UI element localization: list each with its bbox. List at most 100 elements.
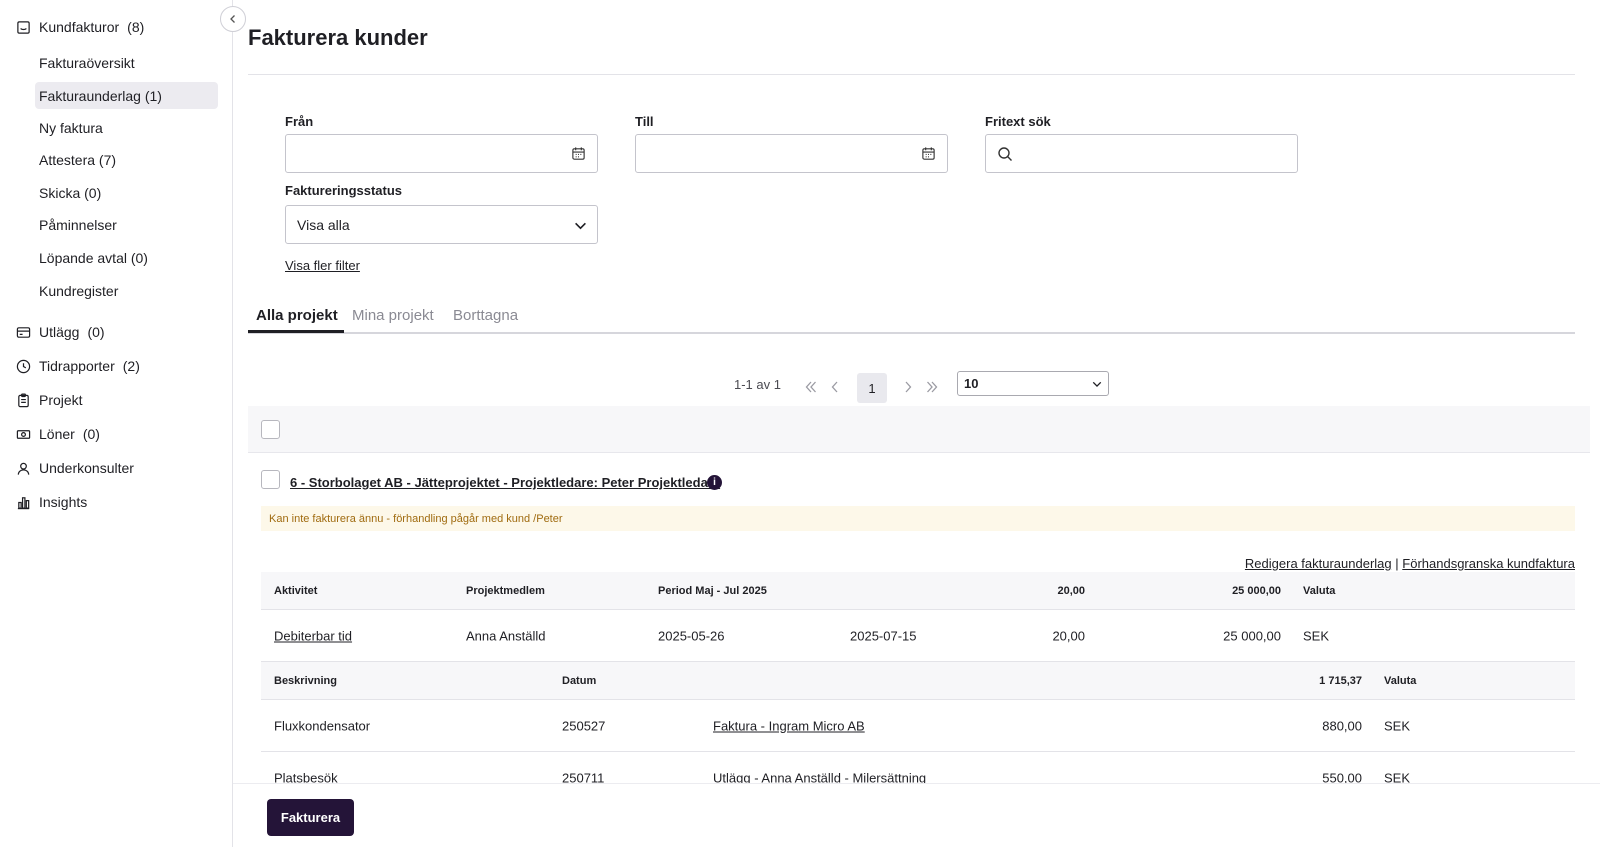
pagination-info: 1-1 av 1 xyxy=(734,377,781,392)
calendar-icon[interactable] xyxy=(571,146,586,161)
last-page-icon[interactable] xyxy=(925,380,939,394)
search-input[interactable] xyxy=(985,134,1298,173)
nav-count: (2) xyxy=(122,358,140,374)
nav-loner[interactable]: Löner (0) xyxy=(16,426,100,442)
chevron-left-icon xyxy=(230,15,235,23)
main-content: Fakturera kunder Från Till Fritext sök F… xyxy=(248,0,1600,847)
edit-invoice-basis-link[interactable]: Redigera fakturaunderlag xyxy=(1245,556,1392,571)
sidebar-item-fakturaoversikt[interactable]: Fakturaöversikt xyxy=(35,49,218,76)
source-link[interactable]: Faktura - Ingram Micro AB xyxy=(713,718,865,733)
description-cell: Fluxkondensator xyxy=(274,718,371,733)
more-filters-link[interactable]: Visa fler filter xyxy=(285,258,360,273)
current-page[interactable]: 1 xyxy=(857,373,887,403)
previous-page-icon[interactable] xyxy=(828,380,842,394)
from-date-input[interactable] xyxy=(285,134,598,173)
col-hours-total: 20,00 xyxy=(1057,584,1085,597)
project-checkbox[interactable] xyxy=(261,470,280,489)
card-icon xyxy=(16,326,31,338)
date-cell: 250527 xyxy=(562,718,606,733)
chevron-down-icon xyxy=(1092,381,1102,388)
info-icon[interactable]: i xyxy=(707,475,722,490)
col-currency: Valuta xyxy=(1303,584,1336,597)
sidebar-item-label: Fakturaunderlag (1) xyxy=(39,87,162,104)
nav-label: Tidrapporter xyxy=(39,358,115,374)
table-header xyxy=(248,406,1590,453)
col-amount-total: 25 000,00 xyxy=(1232,584,1281,597)
invoice-button[interactable]: Fakturera xyxy=(267,799,354,836)
project-title-link[interactable]: 6 - Storbolaget AB - Jätteprojektet - Pr… xyxy=(290,475,720,490)
nav-tidrapporter[interactable]: Tidrapporter (2) xyxy=(16,358,140,374)
nav-kundfakturor[interactable]: Kundfakturor (8) xyxy=(16,19,144,35)
divider xyxy=(248,74,1575,75)
page-size-value: 10 xyxy=(964,376,979,391)
nav-label: Projekt xyxy=(39,392,83,408)
project-tabs: Alla projekt Mina projekt Borttagna xyxy=(248,302,1575,334)
nav-projekt[interactable]: Projekt xyxy=(16,392,83,408)
sidebar-item-attestera[interactable]: Attestera (7) xyxy=(35,146,218,173)
sidebar-item-ny-faktura[interactable]: Ny faktura xyxy=(35,114,218,141)
link-separator: | xyxy=(1395,556,1399,571)
tab-borttagna[interactable]: Borttagna xyxy=(453,307,518,324)
tab-alla-projekt[interactable]: Alla projekt xyxy=(256,307,338,324)
nav-count: (0) xyxy=(87,324,105,340)
nav-label: Kundfakturor xyxy=(39,19,120,35)
table-row: Fluxkondensator 250527 Faktura - Ingram … xyxy=(261,700,1575,752)
col-activity: Aktivitet xyxy=(274,584,318,597)
time-table-header: Aktivitet Projektmedlem Period Maj - Jul… xyxy=(261,572,1575,610)
collapse-sidebar-button[interactable] xyxy=(220,6,246,32)
sidebar-item-label: Löpande avtal (0) xyxy=(39,249,148,266)
nav-utlagg[interactable]: Utlägg (0) xyxy=(16,324,105,340)
page-title: Fakturera kunder xyxy=(248,25,428,50)
sticky-footer: Fakturera xyxy=(233,783,1600,847)
col-period: Period Maj - Jul 2025 xyxy=(658,584,767,597)
activity-link[interactable]: Debiterbar tid xyxy=(274,628,352,643)
col-date: Datum xyxy=(562,674,597,687)
search-label: Fritext sök xyxy=(985,114,1051,129)
search-icon xyxy=(998,147,1012,161)
nav-count: (8) xyxy=(127,19,145,35)
next-page-icon[interactable] xyxy=(901,380,915,394)
col-member: Projektmedlem xyxy=(466,584,545,597)
nav-label: Underkonsulter xyxy=(39,460,134,476)
active-tab-indicator xyxy=(248,330,344,333)
expense-table-header: Beskrivning Datum 1 715,37 Valuta xyxy=(261,662,1575,700)
nav-label: Utlägg xyxy=(39,324,80,340)
status-select-value: Visa alla xyxy=(297,216,350,233)
first-page-icon[interactable] xyxy=(804,380,818,394)
invoice-icon xyxy=(17,20,30,34)
member-cell: Anna Anställd xyxy=(466,628,546,643)
col-description: Beskrivning xyxy=(274,674,337,687)
bar-chart-icon xyxy=(17,496,30,509)
sidebar-item-lopande-avtal[interactable]: Löpande avtal (0) xyxy=(35,244,218,271)
status-select[interactable]: Visa alla xyxy=(285,205,598,244)
sidebar-item-label: Skicka (0) xyxy=(39,184,102,201)
sidebar-item-skicka[interactable]: Skicka (0) xyxy=(35,179,218,206)
preview-invoice-link[interactable]: Förhandsgranska kundfaktura xyxy=(1402,556,1575,571)
to-date-input[interactable] xyxy=(635,134,948,173)
nav-label: Löner xyxy=(39,426,75,442)
nav-label: Insights xyxy=(39,494,88,510)
sidebar-item-label: Attestera (7) xyxy=(39,151,117,168)
amount-cell: 25 000,00 xyxy=(1223,628,1281,643)
sidebar-item-label: Påminnelser xyxy=(39,216,117,233)
sidebar-item-paminnelser[interactable]: Påminnelser xyxy=(35,211,218,238)
status-label: Faktureringsstatus xyxy=(285,183,403,198)
page-size-select[interactable]: 10 xyxy=(957,371,1109,396)
sidebar-item-fakturaunderlag[interactable]: Fakturaunderlag (1) xyxy=(35,82,218,109)
tab-mina-projekt[interactable]: Mina projekt xyxy=(352,307,434,324)
user-icon xyxy=(17,462,30,475)
select-all-checkbox[interactable] xyxy=(261,420,280,439)
to-label: Till xyxy=(635,114,654,129)
table-row: Debiterbar tid Anna Anställd 2025-05-26 … xyxy=(261,610,1575,662)
currency-cell: SEK xyxy=(1303,628,1330,643)
hours-cell: 20,00 xyxy=(1052,628,1085,643)
clock-icon xyxy=(16,359,31,373)
calendar-icon[interactable] xyxy=(921,146,936,161)
nav-insights[interactable]: Insights xyxy=(16,494,87,510)
to-date-cell: 2025-07-15 xyxy=(850,628,917,643)
clipboard-icon xyxy=(18,393,29,407)
amount-cell: 880,00 xyxy=(1322,718,1362,733)
nav-underkonsulter[interactable]: Underkonsulter xyxy=(16,460,134,476)
sidebar-item-kundregister[interactable]: Kundregister xyxy=(35,277,218,304)
from-label: Från xyxy=(285,114,314,129)
